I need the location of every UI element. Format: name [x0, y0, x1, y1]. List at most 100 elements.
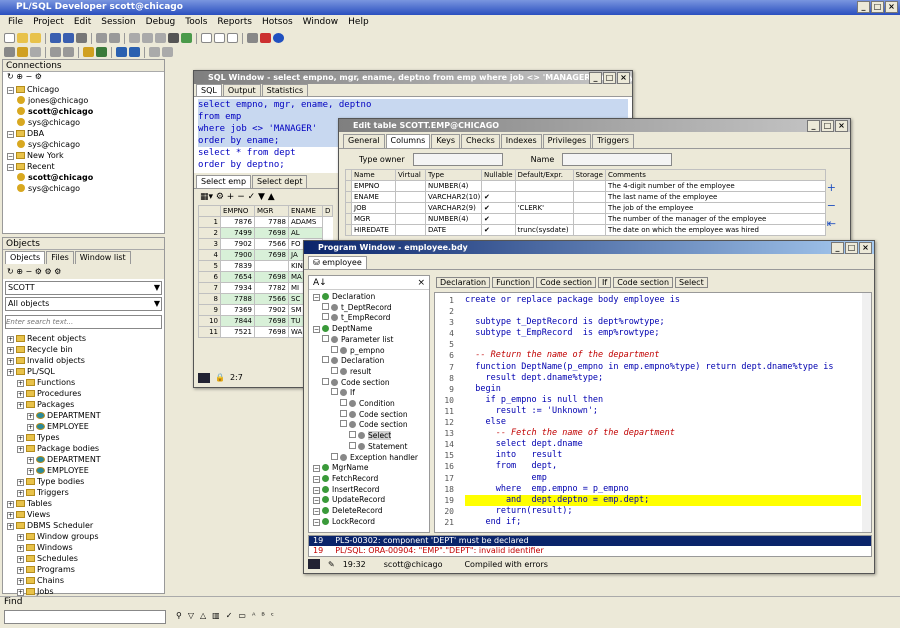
type-owner-field[interactable] — [412, 152, 503, 166]
execute-icon[interactable] — [181, 33, 192, 43]
table-row[interactable]: 2 7499 7698 AL — [198, 227, 333, 239]
expand-icon[interactable] — [331, 388, 338, 396]
grid-cell[interactable] — [572, 180, 606, 192]
expand-icon[interactable]: − — [7, 131, 14, 138]
expand-icon[interactable]: − — [313, 486, 320, 494]
save-all-icon[interactable] — [63, 33, 74, 43]
object-tree-item[interactable]: + Schedules — [7, 553, 164, 564]
table-row[interactable]: HIREDATE DATE ✔ trunc(sysdate) The date on w… — [345, 224, 826, 236]
expand-icon[interactable]: + — [27, 424, 34, 431]
new-icon[interactable] — [4, 33, 15, 43]
find-icon[interactable] — [168, 33, 179, 43]
indent-icon[interactable] — [201, 33, 212, 43]
nav-button-5[interactable]: Select — [675, 277, 708, 288]
window-icon[interactable] — [247, 33, 258, 43]
nav-button-4[interactable]: Code section — [613, 277, 674, 288]
table-row[interactable]: MGR NUMBER(4) ✔ The number of the manager o… — [345, 213, 826, 225]
object-tree-item[interactable]: + Recent objects — [7, 333, 164, 344]
code-tree-item[interactable]: Statement — [313, 441, 429, 453]
grid-cell[interactable]: EMPNO — [351, 180, 396, 192]
search-input[interactable] — [5, 315, 162, 329]
redo-icon[interactable] — [109, 33, 120, 43]
expand-icon[interactable]: + — [17, 545, 24, 552]
grid-cell[interactable] — [572, 224, 606, 236]
menu-file[interactable]: File — [8, 15, 23, 30]
code-tree-item[interactable]: Code section — [313, 377, 429, 389]
object-tree-item[interactable]: + DEPARTMENT — [7, 454, 164, 465]
nav-button-1[interactable]: Function — [492, 277, 535, 288]
grid-cell[interactable]: 7788 — [254, 216, 289, 228]
cut-icon[interactable] — [129, 33, 140, 43]
connection-item[interactable]: − Chicago — [7, 84, 164, 95]
grid-cell[interactable]: DATE — [425, 224, 482, 236]
grid-cell[interactable] — [572, 191, 606, 203]
code-tree-item[interactable]: Declaration — [313, 356, 429, 367]
expand-icon[interactable]: − — [313, 508, 320, 516]
column-header[interactable]: Type — [425, 169, 482, 181]
unindent-icon[interactable] — [214, 33, 225, 43]
connection-item[interactable]: scott@chicago — [7, 172, 164, 183]
expand-icon[interactable] — [322, 313, 329, 321]
tab-result-0[interactable]: Select emp — [196, 175, 252, 188]
grid-cell[interactable]: 7566 — [254, 293, 289, 305]
user-select[interactable]: SCOTT ▼ — [5, 281, 162, 295]
copy-icon[interactable] — [142, 33, 153, 43]
grid-cell[interactable]: 7782 — [254, 282, 289, 294]
print-icon[interactable] — [76, 33, 87, 43]
menu-help[interactable]: Help — [348, 15, 369, 30]
tab-triggers[interactable]: Triggers — [592, 134, 634, 148]
sql-max-button[interactable]: □ — [603, 72, 616, 84]
grid-cell[interactable] — [395, 202, 426, 214]
expand-icon[interactable]: + — [17, 446, 24, 453]
compare-icon[interactable] — [149, 47, 160, 57]
connection-item[interactable]: − New York — [7, 150, 164, 161]
commit-icon[interactable] — [50, 47, 61, 57]
object-tree-item[interactable]: + EMPLOYEE — [7, 465, 164, 476]
grid-cell[interactable]: JOB — [351, 202, 396, 214]
code-tree-item[interactable]: result — [313, 366, 429, 378]
table-row[interactable]: EMPNO NUMBER(4) The 4-digit number of the … — [345, 180, 826, 192]
connection-item[interactable]: jones@chicago — [7, 95, 164, 106]
code-tree-item[interactable]: − DeleteRecord — [313, 506, 429, 517]
grid-cell[interactable]: ✔ — [481, 191, 516, 203]
column-header[interactable]: Virtual — [395, 169, 426, 181]
grid-cell[interactable]: ✔ — [481, 202, 516, 214]
edit-min-button[interactable]: _ — [807, 120, 820, 132]
expand-icon[interactable]: − — [313, 475, 320, 483]
expand-icon[interactable]: + — [17, 556, 24, 563]
grid-cell[interactable]: trunc(sysdate) — [514, 224, 574, 236]
grid-cell[interactable]: HIREDATE — [351, 224, 396, 236]
tab-checks[interactable]: Checks — [461, 134, 500, 148]
grid-cell[interactable]: 7844 — [220, 315, 255, 327]
expand-icon[interactable]: − — [313, 326, 320, 334]
grid-cell[interactable] — [395, 191, 426, 203]
grid-cell[interactable] — [395, 180, 426, 192]
grid-cell[interactable]: 7934 — [220, 282, 255, 294]
nav-button-2[interactable]: Code section — [536, 277, 596, 288]
export-icon[interactable] — [129, 47, 140, 57]
tab-employee[interactable]: ⛁ employee — [308, 256, 367, 269]
expand-icon[interactable]: + — [27, 468, 34, 475]
expand-icon[interactable] — [349, 441, 356, 449]
expand-icon[interactable]: + — [17, 578, 24, 585]
grid-cell[interactable]: The number of the manager of the employe… — [604, 213, 826, 225]
grid-cell[interactable] — [514, 180, 574, 192]
grid-cell[interactable]: 7521 — [220, 326, 255, 338]
column-header[interactable]: EMPNO — [220, 205, 255, 217]
explain-icon[interactable] — [83, 47, 94, 57]
add-column-icon[interactable]: + — [827, 179, 836, 197]
expand-icon[interactable] — [331, 366, 338, 374]
connection-item[interactable]: sys@chicago — [7, 139, 164, 150]
code-editor[interactable]: 1 2 3 4 5 6 7 8 9 10 11 12 13 14 15 16 17 18 19 20 21 create… — [434, 292, 872, 533]
code-tree-item[interactable]: − LockRecord — [313, 517, 429, 528]
tab-privileges[interactable]: Privileges — [542, 134, 592, 148]
browse-icon[interactable] — [162, 47, 173, 57]
comment-icon[interactable] — [227, 33, 238, 43]
grid-cell[interactable] — [514, 191, 574, 203]
grid-cell[interactable]: 7566 — [254, 238, 289, 250]
expand-icon[interactable]: + — [17, 435, 24, 442]
expand-icon[interactable] — [331, 345, 338, 353]
code-tree-item[interactable]: Parameter list — [313, 334, 429, 346]
expand-icon[interactable]: + — [7, 523, 14, 530]
stop-icon[interactable] — [260, 33, 271, 43]
